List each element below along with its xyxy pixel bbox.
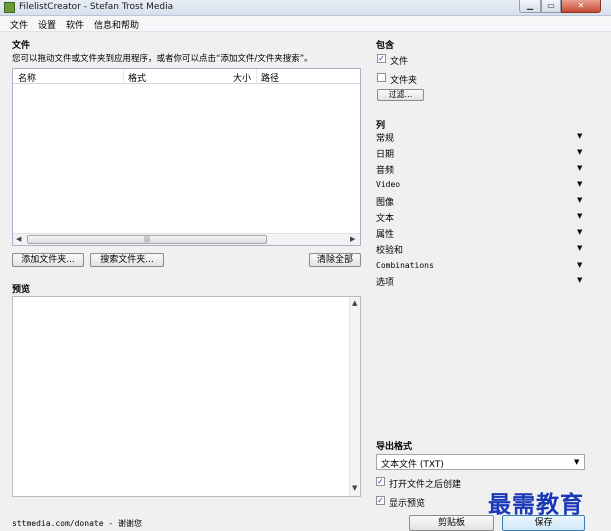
scroll-down-arrow-icon[interactable]: ▼: [352, 484, 357, 492]
include-folders-label: 文件夹: [390, 76, 418, 86]
filter-button[interactable]: 过滤...: [377, 89, 424, 101]
column-group-checksum[interactable]: 校验和: [376, 243, 403, 256]
minimize-button[interactable]: ▁: [519, 0, 541, 13]
chevron-down-icon[interactable]: ▼: [577, 212, 582, 220]
column-group-attributes[interactable]: 属性: [376, 227, 394, 240]
watermark: 最需教育: [488, 491, 584, 518]
columns-heading: 列: [376, 121, 386, 131]
column-group-date[interactable]: 日期: [376, 147, 394, 160]
chevron-down-icon[interactable]: ▼: [577, 148, 582, 156]
include-files-checkbox[interactable]: ✓: [377, 54, 386, 63]
vertical-scrollbar[interactable]: ▲ ▼: [349, 297, 360, 496]
column-group-image[interactable]: 图像: [376, 195, 394, 208]
export-format-value: 文本文件 (TXT): [381, 460, 444, 470]
horizontal-scrollbar[interactable]: ◀ ||| ▶: [13, 233, 360, 245]
chevron-down-icon[interactable]: ▼: [577, 244, 582, 252]
column-group-video[interactable]: Video: [376, 180, 400, 189]
open-after-create-checkbox[interactable]: ✓: [376, 477, 385, 486]
scroll-up-arrow-icon[interactable]: ▲: [352, 299, 357, 307]
title-bar: FilelistCreator - Stefan Trost Media ▁ ▭…: [0, 0, 611, 16]
export-format-select[interactable]: 文本文件 (TXT) ▼: [376, 454, 585, 470]
checkmark-icon: ✓: [377, 496, 384, 505]
menu-settings[interactable]: 设置: [38, 18, 56, 31]
scroll-left-arrow-icon[interactable]: ◀: [16, 235, 21, 243]
column-group-audio[interactable]: 音频: [376, 163, 394, 176]
column-group-combinations[interactable]: Combinations: [376, 261, 434, 270]
column-header-name[interactable]: 名称: [18, 71, 36, 84]
clear-all-button[interactable]: 清除全部: [309, 253, 361, 267]
chevron-down-icon[interactable]: ▼: [577, 261, 582, 269]
column-header-format[interactable]: 格式: [128, 71, 146, 84]
menu-software[interactable]: 软件: [66, 18, 84, 31]
chevron-down-icon[interactable]: ▼: [577, 180, 582, 188]
checkmark-icon: ✓: [378, 54, 385, 63]
scroll-right-arrow-icon[interactable]: ▶: [350, 235, 355, 243]
column-divider[interactable]: [123, 69, 124, 84]
status-bar-text[interactable]: sttmedia.com/donate - 谢谢您: [12, 518, 142, 529]
include-folders-checkbox[interactable]: [377, 73, 386, 82]
checkmark-icon: ✓: [377, 477, 384, 486]
maximize-button[interactable]: ▭: [541, 0, 561, 13]
menu-file[interactable]: 文件: [10, 18, 28, 31]
column-divider[interactable]: [256, 69, 257, 84]
menu-bar: 文件 设置 软件 信息和帮助: [0, 16, 611, 32]
column-group-text[interactable]: 文本: [376, 211, 394, 224]
search-folder-button[interactable]: 搜索文件夹...: [90, 253, 164, 267]
app-icon: [4, 2, 15, 13]
show-preview-checkbox[interactable]: ✓: [376, 496, 385, 505]
chevron-down-icon[interactable]: ▼: [577, 132, 582, 140]
preview-area[interactable]: ▲ ▼: [12, 296, 361, 497]
window-title: FilelistCreator - Stefan Trost Media: [19, 2, 174, 12]
chevron-down-icon[interactable]: ▼: [577, 164, 582, 172]
include-files-label: 文件: [390, 57, 409, 67]
open-after-create-label: 打开文件之后创建: [389, 480, 462, 490]
chevron-down-icon[interactable]: ▼: [577, 276, 582, 284]
menu-help[interactable]: 信息和帮助: [94, 18, 139, 31]
chevron-down-icon[interactable]: ▼: [577, 196, 582, 204]
preview-heading: 预览: [12, 285, 31, 295]
column-header-size[interactable]: 大小: [233, 71, 251, 84]
file-list[interactable]: 名称 格式 大小 路径 ◀ ||| ▶: [12, 68, 361, 246]
scrollbar-thumb[interactable]: |||: [27, 235, 267, 244]
add-folder-button[interactable]: 添加文件夹...: [12, 253, 84, 267]
export-format-heading: 导出格式: [376, 442, 413, 452]
close-button[interactable]: ✕: [561, 0, 601, 13]
chevron-down-icon[interactable]: ▼: [574, 458, 579, 466]
file-list-header: 名称 格式 大小 路径: [13, 69, 360, 84]
column-group-general[interactable]: 常规: [376, 131, 394, 144]
include-heading: 包含: [376, 41, 395, 51]
files-hint: 您可以拖动文件或文件夹到应用程序，或者你可以点击“添加文件/文件夹搜索”。: [12, 54, 313, 64]
column-header-path[interactable]: 路径: [261, 71, 279, 84]
chevron-down-icon[interactable]: ▼: [577, 228, 582, 236]
show-preview-label: 显示预览: [389, 499, 426, 509]
files-heading: 文件: [12, 41, 31, 51]
column-group-options[interactable]: 选项: [376, 275, 394, 288]
